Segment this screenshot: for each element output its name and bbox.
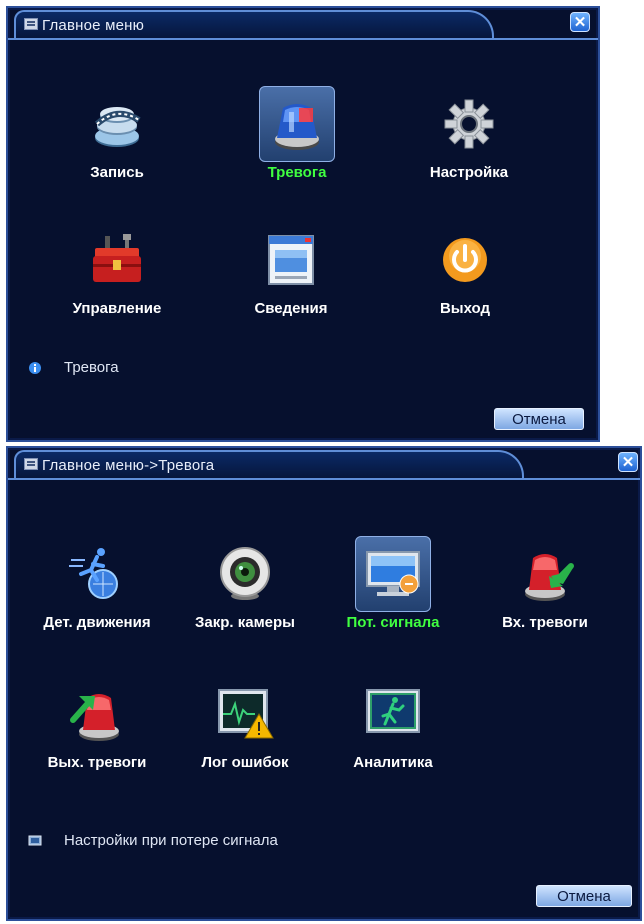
hint-bar: Тревога — [28, 359, 119, 376]
menu-item-label: Управление — [72, 300, 162, 317]
menu-item-record[interactable]: Запись — [42, 94, 192, 181]
title-tab: Главное меню->Тревога — [14, 450, 524, 478]
alarm-siren-icon — [259, 86, 335, 162]
menu-item-label: Закр. камеры — [194, 614, 295, 631]
analytics-icon — [363, 684, 423, 744]
menu-item-alarm[interactable]: Тревога — [222, 86, 372, 181]
alarm-input-icon — [515, 544, 575, 604]
hint-text: Настройки при потере сигнала — [64, 832, 278, 849]
camera-lens-icon — [215, 544, 275, 604]
menu-item-motion-detect[interactable]: Дет. движения — [22, 544, 172, 631]
menu-item-label: Пот. сигнала — [346, 614, 440, 631]
menu-item-error-log[interactable]: Лог ошибок — [170, 684, 320, 771]
alarm-menu-window: Главное меню->Тревога ✕ Дет. движения За… — [6, 446, 642, 921]
power-icon — [435, 230, 495, 290]
toolbox-icon — [87, 230, 147, 290]
menu-icon — [24, 18, 38, 30]
title-tab: Главное меню — [14, 10, 494, 38]
monitor-small-icon — [28, 835, 42, 845]
window-title: Главное меню — [42, 16, 145, 34]
menu-item-label: Тревога — [267, 164, 327, 181]
menu-item-label: Дет. движения — [43, 614, 151, 631]
menu-item-analytics[interactable]: Аналитика — [318, 684, 468, 771]
title-bar: Главное меню ✕ — [8, 8, 598, 44]
menu-item-management[interactable]: Управление — [42, 230, 192, 317]
menu-item-label: Выход — [439, 300, 491, 317]
window-title: Главное меню->Тревога — [42, 456, 215, 474]
record-film-icon — [87, 94, 147, 154]
menu-item-label: Вых. тревоги — [47, 754, 147, 771]
menu-item-label: Запись — [90, 164, 144, 181]
menu-item-label: Сведения — [254, 300, 328, 317]
menu-item-exit[interactable]: Выход — [390, 230, 540, 317]
hint-text: Тревога — [64, 359, 119, 376]
close-button[interactable]: ✕ — [570, 12, 590, 32]
title-divider — [8, 478, 640, 480]
info-window-icon — [261, 230, 321, 290]
menu-item-info[interactable]: Сведения — [216, 230, 366, 317]
menu-item-label: Лог ошибок — [201, 754, 289, 771]
cancel-button[interactable]: Отмена — [536, 885, 632, 907]
menu-item-label: Настройка — [429, 164, 509, 181]
menu-item-label: Аналитика — [353, 754, 433, 771]
menu-item-alarm-input[interactable]: Вх. тревоги — [470, 544, 620, 631]
title-divider — [8, 38, 598, 40]
gear-icon — [439, 94, 499, 154]
cancel-button[interactable]: Отмена — [494, 408, 584, 430]
menu-item-camera-blind[interactable]: Закр. камеры — [170, 544, 320, 631]
hint-bar: Настройки при потере сигнала — [28, 832, 278, 849]
menu-item-alarm-output[interactable]: Вых. тревоги — [22, 684, 172, 771]
menu-icon — [24, 458, 38, 470]
main-menu-window: Главное меню ✕ Запись Тревога Настройка … — [6, 6, 600, 442]
error-log-icon — [215, 684, 275, 744]
menu-item-label: Вх. тревоги — [502, 614, 588, 631]
info-icon — [29, 361, 41, 374]
close-button[interactable]: ✕ — [618, 452, 638, 472]
alarm-output-icon — [67, 684, 127, 744]
title-bar: Главное меню->Тревога ✕ — [8, 448, 640, 484]
video-loss-monitor-icon — [355, 536, 431, 612]
menu-item-video-loss[interactable]: Пот. сигнала — [318, 536, 468, 631]
menu-item-settings[interactable]: Настройка — [394, 94, 544, 181]
motion-detect-icon — [67, 544, 127, 604]
